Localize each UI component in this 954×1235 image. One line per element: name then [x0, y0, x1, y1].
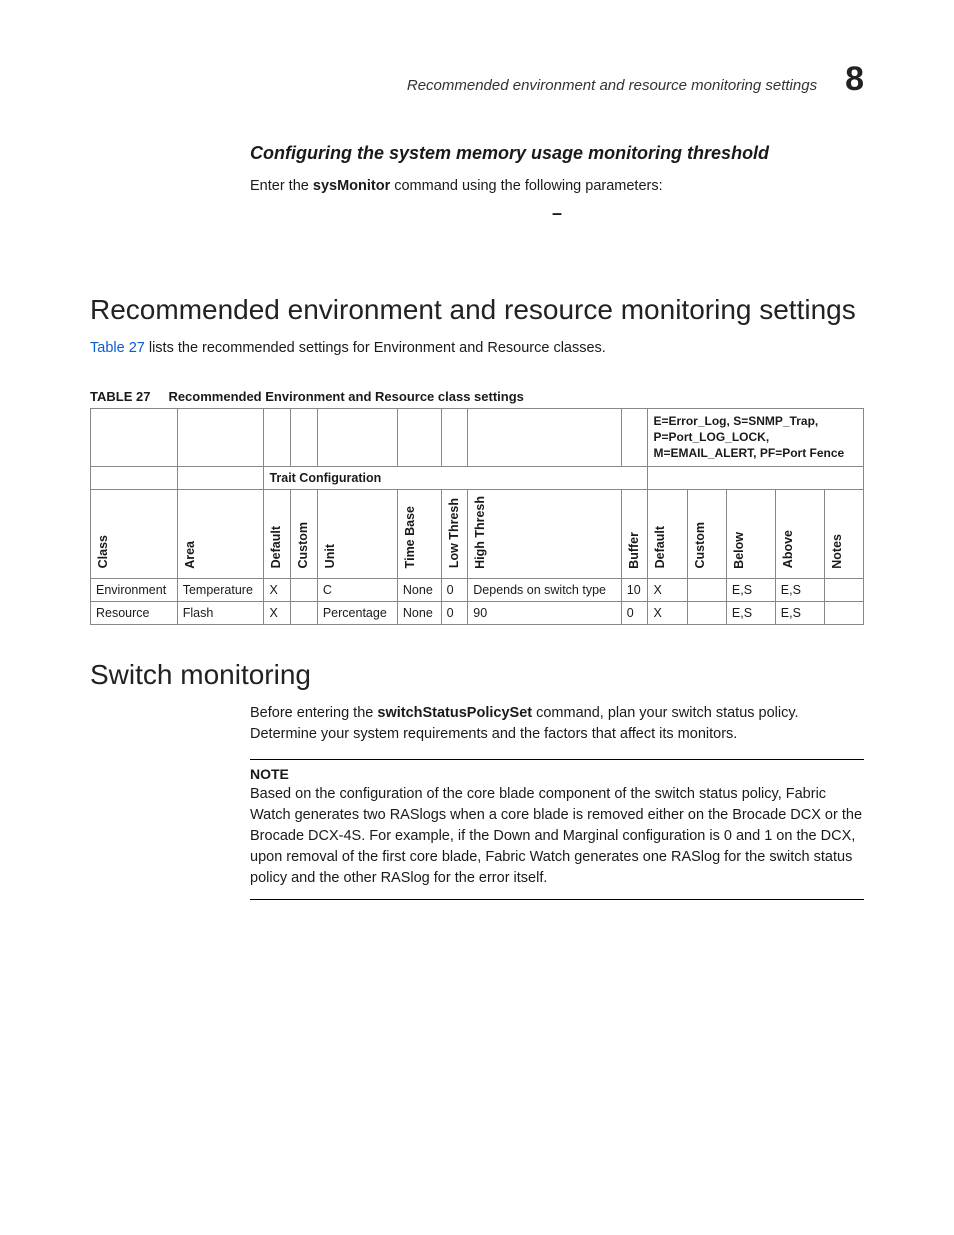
- cell-adefault: X: [648, 601, 687, 624]
- section-heading: Recommended environment and resource mon…: [90, 294, 864, 326]
- table-caption-text: Recommended Environment and Resource cla…: [168, 389, 523, 404]
- trait-group-header: Trait Configuration: [264, 466, 648, 489]
- section-heading: Switch monitoring: [90, 659, 864, 691]
- table-caption: TABLE 27 Recommended Environment and Reso…: [90, 389, 864, 404]
- command-instruction: Enter the sysMonitor command using the f…: [250, 176, 864, 197]
- table-reference-link[interactable]: Table 27: [90, 340, 145, 356]
- col-lowthresh: Low Thresh: [441, 489, 468, 578]
- cell-lowthresh: 0: [441, 578, 468, 601]
- cell-notes: [824, 601, 863, 624]
- cell-default: X: [264, 578, 291, 601]
- section-lead: Table 27 lists the recommended settings …: [90, 338, 864, 359]
- col-adefault: Default: [648, 489, 687, 578]
- cell-acustom: [687, 578, 726, 601]
- col-below: Below: [726, 489, 775, 578]
- cell-below: E,S: [726, 601, 775, 624]
- command-name: sysMonitor: [313, 178, 390, 194]
- cell-default: X: [264, 601, 291, 624]
- table-legend: E=Error_Log, S=SNMP_Trap, P=Port_LOG_LOC…: [648, 409, 864, 467]
- cell-adefault: X: [648, 578, 687, 601]
- col-area: Area: [177, 489, 264, 578]
- table-row: Resource Flash X Percentage None 0 90 0 …: [91, 601, 864, 624]
- col-notes: Notes: [824, 489, 863, 578]
- running-header: Recommended environment and resource mon…: [90, 60, 864, 99]
- col-class: Class: [91, 489, 178, 578]
- col-acustom: Custom: [687, 489, 726, 578]
- cell-highthresh: Depends on switch type: [468, 578, 622, 601]
- settings-table: E=Error_Log, S=SNMP_Trap, P=Port_LOG_LOC…: [90, 408, 864, 624]
- cell-above: E,S: [775, 601, 824, 624]
- col-unit: Unit: [317, 489, 397, 578]
- cell-custom: [291, 601, 318, 624]
- note-block: NOTE Based on the configuration of the c…: [250, 759, 864, 900]
- cell-unit: Percentage: [317, 601, 397, 624]
- subsection-title: Configuring the system memory usage moni…: [250, 143, 864, 164]
- table-legend-row: E=Error_Log, S=SNMP_Trap, P=Port_LOG_LOC…: [91, 409, 864, 467]
- col-above: Above: [775, 489, 824, 578]
- table-group-row: Trait Configuration: [91, 466, 864, 489]
- cell-timebase: None: [397, 601, 441, 624]
- subsection-block: Configuring the system memory usage moni…: [250, 143, 864, 224]
- cell-highthresh: 90: [468, 601, 622, 624]
- page: Recommended environment and resource mon…: [0, 0, 954, 1235]
- table-row: Environment Temperature X C None 0 Depen…: [91, 578, 864, 601]
- cell-area: Temperature: [177, 578, 264, 601]
- chapter-number: 8: [845, 60, 864, 99]
- note-label: NOTE: [250, 766, 864, 782]
- col-highthresh: High Thresh: [468, 489, 622, 578]
- cell-area: Flash: [177, 601, 264, 624]
- placeholder-dash: –: [250, 203, 864, 224]
- cell-class: Resource: [91, 601, 178, 624]
- cell-buffer: 10: [621, 578, 648, 601]
- breadcrumb: Recommended environment and resource mon…: [407, 77, 817, 94]
- cell-timebase: None: [397, 578, 441, 601]
- table-column-headers: Class Area Default Custom Unit Time Base…: [91, 489, 864, 578]
- cell-custom: [291, 578, 318, 601]
- command-name: switchStatusPolicySet: [377, 705, 532, 721]
- col-custom: Custom: [291, 489, 318, 578]
- note-body: Based on the configuration of the core b…: [250, 784, 864, 889]
- cell-lowthresh: 0: [441, 601, 468, 624]
- cell-acustom: [687, 601, 726, 624]
- switch-monitoring-block: Before entering the switchStatusPolicySe…: [250, 703, 864, 900]
- cell-below: E,S: [726, 578, 775, 601]
- cell-unit: C: [317, 578, 397, 601]
- cell-buffer: 0: [621, 601, 648, 624]
- table-caption-number: TABLE 27: [90, 389, 150, 404]
- cell-notes: [824, 578, 863, 601]
- col-default: Default: [264, 489, 291, 578]
- col-buffer: Buffer: [621, 489, 648, 578]
- cell-class: Environment: [91, 578, 178, 601]
- cell-above: E,S: [775, 578, 824, 601]
- switch-monitoring-para: Before entering the switchStatusPolicySe…: [250, 703, 864, 745]
- col-timebase: Time Base: [397, 489, 441, 578]
